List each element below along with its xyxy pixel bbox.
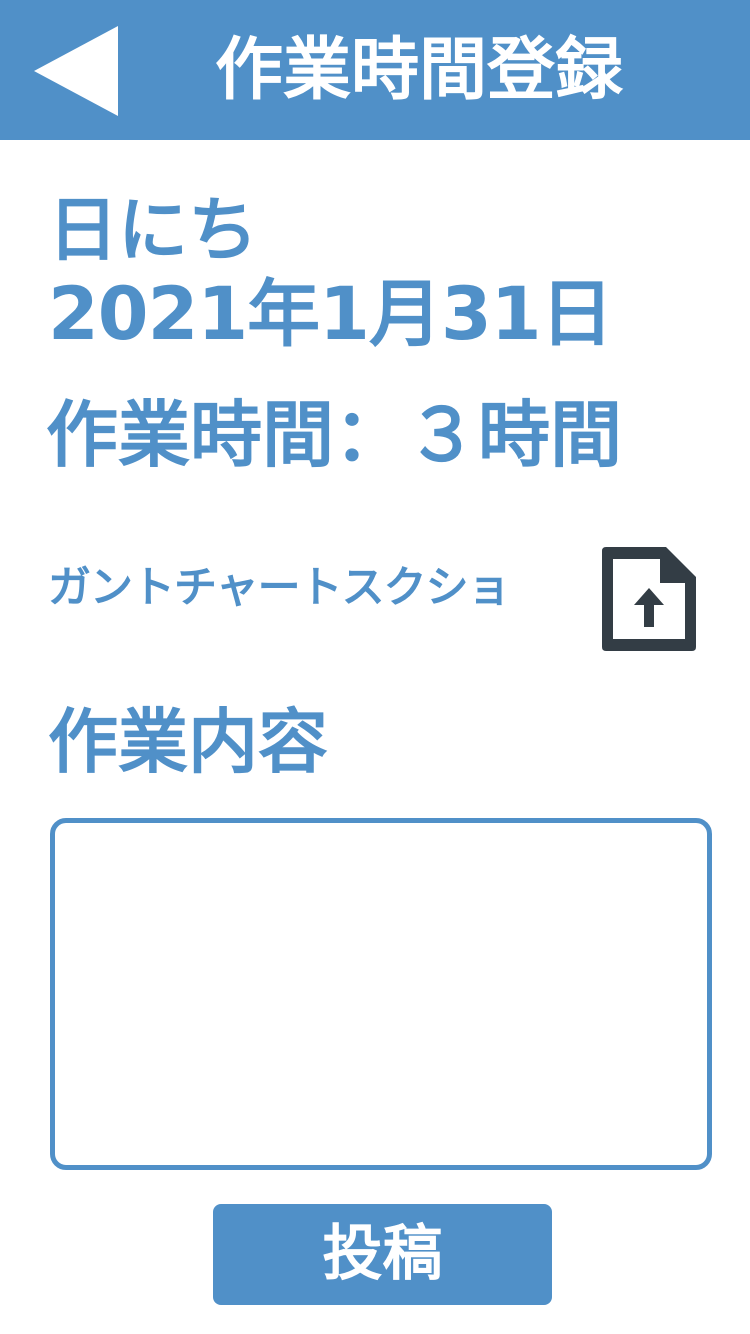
post-button[interactable]: 投稿 bbox=[213, 1204, 552, 1305]
date-value: 2021年1月31日 bbox=[48, 272, 614, 357]
file-upload-icon[interactable] bbox=[598, 543, 700, 653]
work-time-text: 作業時間：３時間 bbox=[46, 393, 623, 477]
date-label: 日にち bbox=[48, 189, 258, 271]
header-bar: 作業時間登録 bbox=[0, 0, 750, 140]
page-title: 作業時間登録 bbox=[215, 31, 624, 110]
work-content-textarea[interactable] bbox=[50, 818, 712, 1170]
back-arrow-icon[interactable] bbox=[30, 22, 122, 120]
work-time-registration-screen: 作業時間登録 日にち 2021年1月31日 作業時間：３時間 ガントチャートスク… bbox=[0, 0, 750, 1334]
work-content-label: 作業内容 bbox=[48, 701, 328, 783]
gantt-chart-screenshot-label: ガントチャートスクショ bbox=[48, 563, 511, 613]
